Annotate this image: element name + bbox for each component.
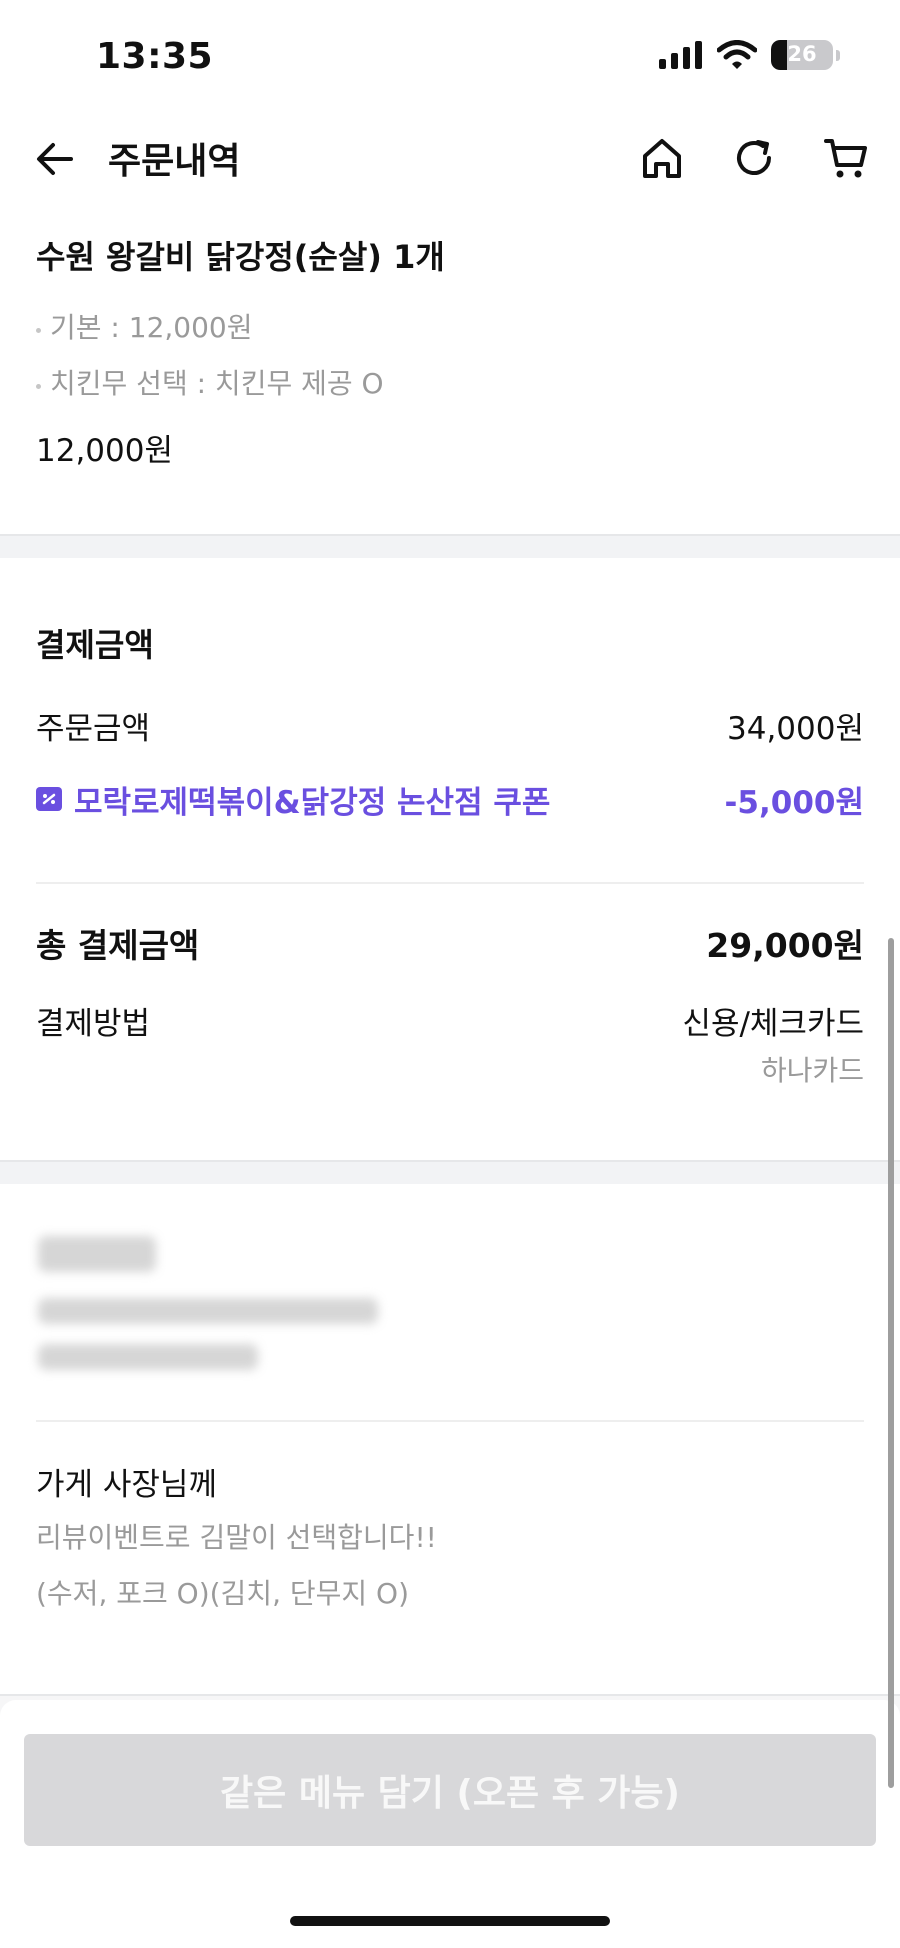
wifi-icon xyxy=(717,40,757,69)
coupon-icon xyxy=(36,787,62,811)
status-time: 13:35 xyxy=(96,36,214,77)
refresh-icon xyxy=(737,140,771,175)
section-divider xyxy=(0,1160,900,1184)
payment-title: 결제금액 xyxy=(36,626,154,664)
arrow-left-icon xyxy=(37,143,73,175)
cellular-signal-icon xyxy=(659,41,702,69)
nav-bar: 주문내역 xyxy=(0,118,900,198)
home-button[interactable] xyxy=(636,132,688,184)
cart-icon xyxy=(824,139,867,178)
add-same-menu-button[interactable]: 같은 메뉴 담기 (오픈 후 가능) xyxy=(24,1734,876,1846)
cart-button[interactable] xyxy=(820,132,872,184)
coupon-row: 모락로제떡볶이&닭강정 논산점 쿠폰 -5,000원 xyxy=(36,774,864,824)
order-amount-label: 주문금액 xyxy=(36,710,151,747)
back-button[interactable] xyxy=(30,134,80,184)
status-bar: 13:35 26 xyxy=(0,0,900,110)
divider xyxy=(36,1420,864,1422)
item-option: 기본 : 12,000원 xyxy=(36,300,864,356)
blurred-address xyxy=(26,1226,386,1388)
refresh-button[interactable] xyxy=(728,132,780,184)
item-name: 수원 왕갈비 닭강정(순살) 1개 xyxy=(36,238,445,276)
battery-tip xyxy=(836,49,840,61)
nav-actions xyxy=(636,132,872,184)
owner-request: 가게 사장님께 리뷰이벤트로 김말이 선택합니다!! (수저, 포크 O)(김치… xyxy=(36,1420,864,1622)
request-line: 리뷰이벤트로 김말이 선택합니다!! xyxy=(36,1521,437,1554)
item-options: 기본 : 12,000원 치킨무 선택 : 치킨무 제공 O xyxy=(36,300,864,412)
coupon-value: -5,000원 xyxy=(724,784,864,821)
order-item: 수원 왕갈비 닭강정(순살) 1개 기본 : 12,000원 치킨무 선택 : … xyxy=(0,232,900,476)
order-amount-row: 주문금액 34,000원 xyxy=(36,700,864,750)
scrollbar[interactable] xyxy=(888,938,894,1788)
total-row: 총 결제금액 29,000원 xyxy=(36,918,864,968)
section-divider xyxy=(0,534,900,558)
divider xyxy=(36,882,864,884)
status-icons: 26 xyxy=(659,40,840,70)
page-title: 주문내역 xyxy=(108,141,241,182)
total-label: 총 결제금액 xyxy=(36,926,200,965)
request-title: 가게 사장님께 xyxy=(36,1467,217,1503)
home-indicator xyxy=(290,1916,610,1926)
payment-method-row: 결제방법 신용/체크카드 하나카드 xyxy=(36,998,864,1087)
coupon-label: 모락로제떡볶이&닭강정 논산점 쿠폰 xyxy=(74,784,551,821)
payment-method-label: 결제방법 xyxy=(36,1006,151,1042)
home-icon xyxy=(643,139,681,178)
order-amount-value: 34,000원 xyxy=(727,710,864,747)
battery-level: 26 xyxy=(787,42,817,66)
payment-card-name: 하나카드 xyxy=(760,1054,864,1087)
item-option: 치킨무 선택 : 치킨무 제공 O xyxy=(36,356,864,412)
total-value: 29,000원 xyxy=(706,926,864,965)
battery-icon: 26 xyxy=(771,40,833,70)
request-line: (수저, 포크 O)(김치, 단무지 O) xyxy=(36,1577,410,1610)
item-price: 12,000원 xyxy=(36,433,173,469)
payment-summary: 결제금액 주문금액 34,000원 모락로제떡볶이&닭강정 논산점 쿠폰 -5,… xyxy=(36,620,864,1087)
payment-method-value: 신용/체크카드 xyxy=(682,1006,864,1042)
